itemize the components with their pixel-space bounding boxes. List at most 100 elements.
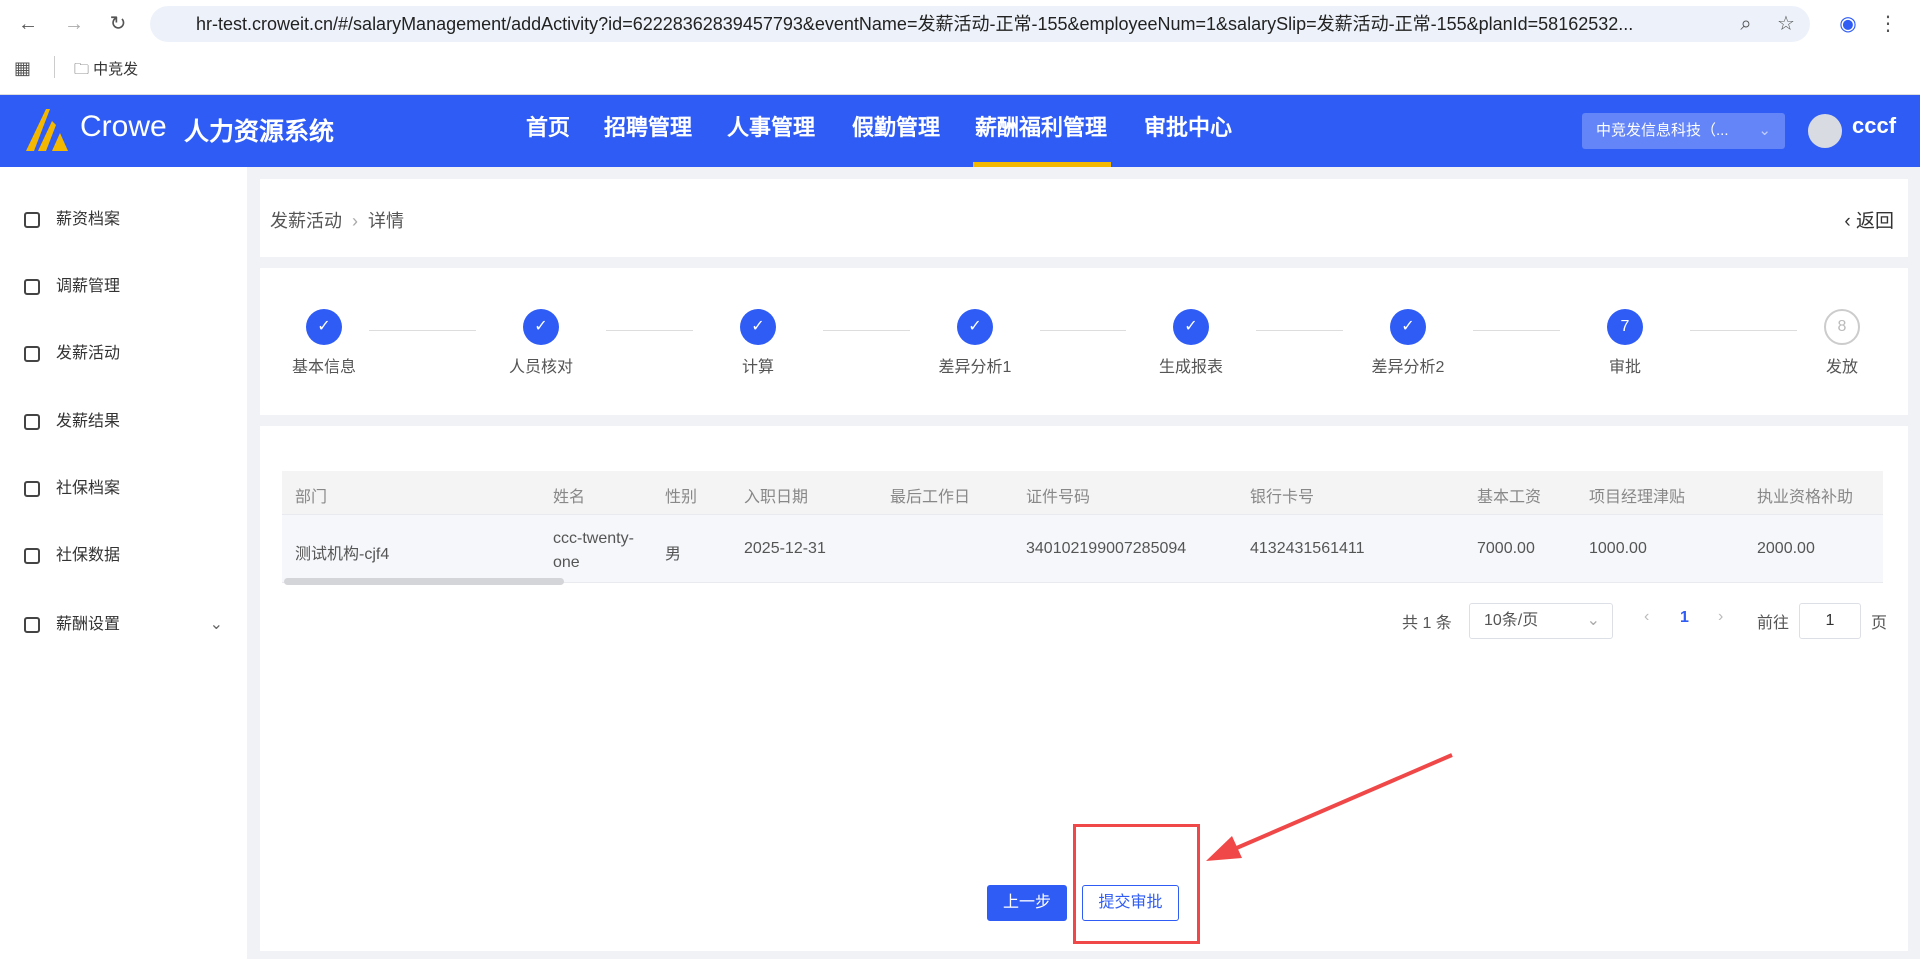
step-label: 差异分析1	[938, 359, 1012, 376]
sidebar-icon	[24, 346, 40, 362]
step-2: ✓ 计算	[678, 309, 838, 377]
menu-item-4[interactable]: 薪酬福利管理	[975, 95, 1107, 167]
sidebar-item-label: 薪资档案	[56, 211, 121, 228]
breadcrumb-card: 发薪活动 › 详情 ‹ 返回	[260, 179, 1908, 257]
step-label: 基本信息	[291, 359, 356, 376]
step-6: 7 审批	[1545, 309, 1705, 377]
column-header: 部门	[295, 489, 328, 506]
sidebar-item-2[interactable]: 发薪活动	[0, 334, 247, 374]
step-label: 人员核对	[508, 359, 573, 376]
star-icon[interactable]: ☆	[1772, 10, 1800, 38]
forward-icon[interactable]: →	[60, 10, 88, 38]
active-menu-indicator	[973, 162, 1111, 167]
sidebar-item-1[interactable]: 调薪管理	[0, 267, 247, 307]
divider	[54, 56, 55, 78]
sidebar-icon	[24, 279, 40, 295]
prev-step-button[interactable]: 上一步	[987, 885, 1067, 921]
sidebar-icon	[24, 481, 40, 497]
check-icon: ✓	[1390, 309, 1426, 345]
username[interactable]: cccf	[1852, 113, 1896, 139]
sidebar-item-label: 发薪结果	[56, 413, 121, 430]
menu-item-5[interactable]: 审批中心	[1144, 95, 1232, 167]
menu-item-3[interactable]: 假勤管理	[852, 95, 940, 167]
step-1: ✓ 人员核对	[461, 309, 621, 377]
browser-chrome: ← → ↻ hr-test.croweit.cn/#/salaryManagem…	[0, 0, 1920, 95]
more-icon[interactable]: ⋮	[1874, 10, 1902, 38]
zoom-icon[interactable]: ⌕	[1732, 10, 1760, 38]
crowe-logo-icon	[26, 109, 68, 151]
step-0: ✓ 基本信息	[244, 309, 404, 377]
sidebar-item-3[interactable]: 发薪结果	[0, 402, 247, 442]
next-page-icon[interactable]: ›	[1718, 608, 1723, 626]
sidebar-item-label: 薪酬设置	[56, 616, 121, 633]
sidebar-item-label: 社保档案	[56, 480, 121, 497]
table-cell: 2025-12-31	[744, 540, 826, 557]
menu-item-1[interactable]: 招聘管理	[604, 95, 692, 167]
bookmark-label: 中竞发	[93, 61, 139, 78]
breadcrumb-parent[interactable]: 发薪活动	[270, 211, 342, 231]
table-cell: 2000.00	[1757, 540, 1815, 557]
step-5: ✓ 差异分析2	[1328, 309, 1488, 377]
back-label: 返回	[1855, 211, 1894, 232]
column-header: 执业资格补助	[1757, 489, 1854, 506]
page-size-select[interactable]: 10条/页 ⌄	[1469, 603, 1613, 639]
sidebar-item-5[interactable]: 社保数据	[0, 536, 247, 576]
prev-page-icon[interactable]: ‹	[1644, 608, 1649, 626]
address-bar[interactable]: hr-test.croweit.cn/#/salaryManagement/ad…	[150, 6, 1810, 42]
sidebar-item-label: 发薪活动	[56, 345, 121, 362]
sidebar-icon	[24, 212, 40, 228]
table-cell: 1000.00	[1589, 540, 1647, 557]
pagination-total: 共 1 条	[1402, 615, 1452, 632]
sidebar: 薪资档案调薪管理发薪活动发薪结果社保档案社保数据薪酬设置 ⌄	[0, 167, 247, 959]
step-label: 审批	[1608, 359, 1641, 376]
column-header: 性别	[665, 489, 698, 506]
goto-page-input[interactable]: 1	[1799, 603, 1861, 639]
company-select[interactable]: 中竞发信息科技（... ⌄	[1582, 113, 1785, 149]
system-title: 人力资源系统	[184, 118, 335, 146]
check-icon: ✓	[957, 309, 993, 345]
step-3: ✓ 差异分析1	[895, 309, 1055, 377]
menu-item-2[interactable]: 人事管理	[727, 95, 815, 167]
chevron-down-icon: ⌄	[209, 616, 223, 633]
column-header: 最后工作日	[890, 489, 971, 506]
sidebar-item-label: 社保数据	[56, 547, 121, 564]
page-1[interactable]: 1	[1680, 609, 1689, 627]
reload-icon[interactable]: ↻	[104, 10, 132, 38]
back-button[interactable]: ‹ 返回	[1844, 206, 1894, 233]
menu-item-0[interactable]: 首页	[526, 95, 570, 167]
column-header: 证件号码	[1026, 489, 1091, 506]
chevron-down-icon: ⌄	[1758, 122, 1771, 139]
horizontal-scrollbar[interactable]	[284, 578, 564, 585]
column-header: 项目经理津贴	[1589, 489, 1686, 506]
sidebar-item-6[interactable]: 薪酬设置 ⌄	[0, 605, 247, 645]
sidebar-icon	[24, 548, 40, 564]
column-header: 入职日期	[744, 489, 809, 506]
table-cell: 测试机构-cjf4	[295, 546, 390, 563]
table-cell: 男	[665, 546, 682, 563]
column-header: 银行卡号	[1250, 489, 1315, 506]
apps-icon[interactable]: ▦	[14, 58, 31, 79]
check-icon: ✓	[306, 309, 342, 345]
table-cell: ccc-twenty-one	[553, 530, 634, 571]
check-icon: ✓	[523, 309, 559, 345]
step-circle: 7	[1607, 309, 1643, 345]
bookmark-folder[interactable]: 🗀 中竞发	[74, 58, 138, 84]
column-header: 基本工资	[1477, 489, 1542, 506]
table-cell: 4132431561411	[1250, 540, 1365, 557]
step-label: 发放	[1825, 359, 1858, 376]
sidebar-icon	[24, 617, 40, 633]
chevron-left-icon: ‹	[1844, 211, 1851, 232]
page-unit: 页	[1871, 615, 1888, 632]
sidebar-item-0[interactable]: 薪资档案	[0, 200, 247, 240]
step-label: 差异分析2	[1371, 359, 1445, 376]
sidebar-item-4[interactable]: 社保档案	[0, 469, 247, 509]
avatar[interactable]	[1808, 114, 1842, 148]
column-header: 姓名	[553, 489, 586, 506]
sidebar-icon	[24, 414, 40, 430]
check-icon: ✓	[740, 309, 776, 345]
back-icon[interactable]: ←	[14, 10, 42, 38]
logo-text: Crowe	[80, 110, 167, 143]
table-cell: 7000.00	[1477, 540, 1535, 557]
profile-icon[interactable]: ◉	[1834, 10, 1862, 38]
goto-label: 前往	[1757, 615, 1790, 632]
